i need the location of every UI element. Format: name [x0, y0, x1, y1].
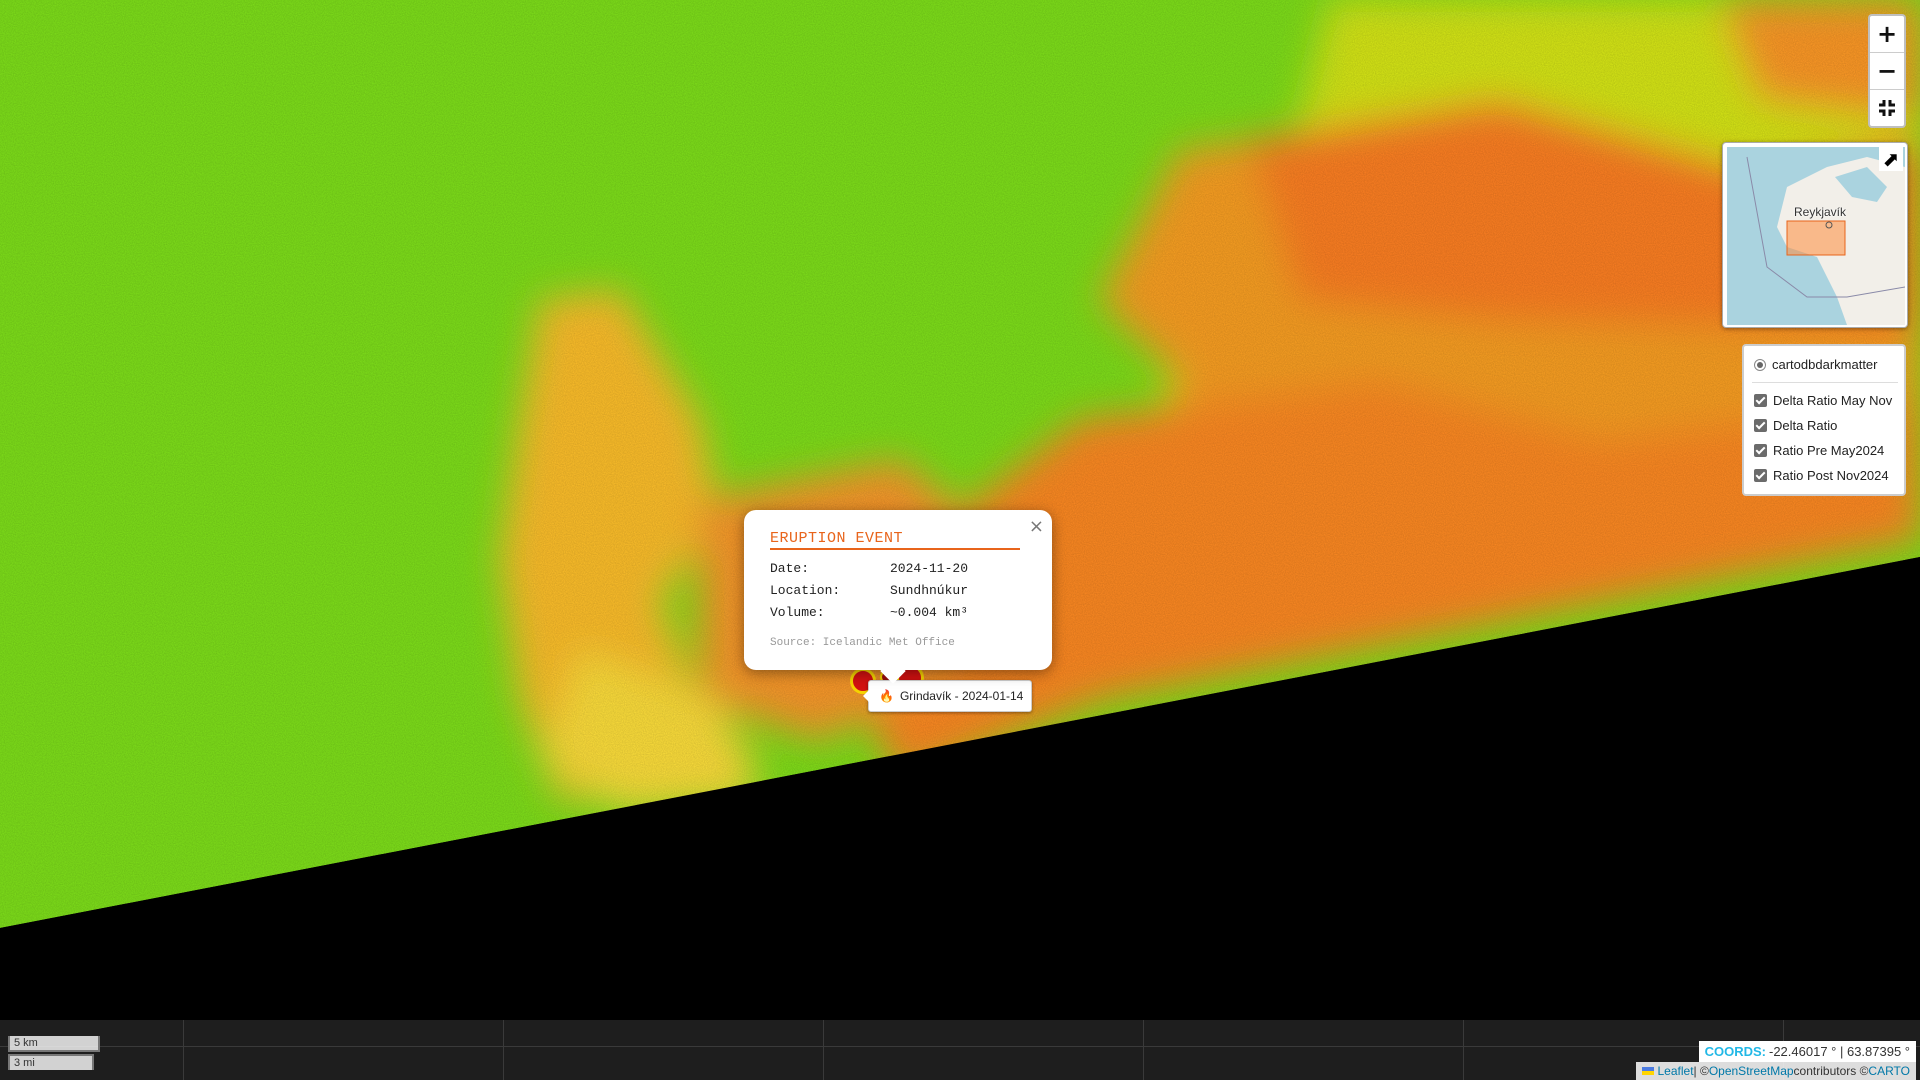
popup-key: Volume:: [770, 605, 825, 620]
ukraine-flag-icon: [1641, 1067, 1654, 1075]
tooltip-text: Grindavík - 2024-01-14: [899, 689, 1024, 703]
checkbox-icon[interactable]: [1754, 469, 1767, 482]
popup-value: 2024-11-20: [890, 561, 969, 576]
overlay-option[interactable]: Delta Ratio May Nov: [1752, 388, 1898, 413]
coords-label: COORDS:: [1704, 1044, 1766, 1059]
popup-key: Location:: [770, 583, 841, 598]
coords-value: -22.46017 ° | 63.87395 °: [1769, 1044, 1910, 1059]
overlay-label: Delta Ratio May Nov: [1773, 393, 1893, 408]
grid-line: [823, 1020, 824, 1080]
minimap-map: [1727, 147, 1905, 325]
attribution-separator: | ©: [1693, 1064, 1709, 1078]
popup-title: ERUPTION EVENT: [770, 530, 1020, 550]
attribution: Leaflet | © OpenStreetMap contributors ©…: [1635, 1062, 1916, 1080]
leaflet-link[interactable]: Leaflet: [1658, 1064, 1694, 1078]
overlay-option[interactable]: Delta Ratio: [1752, 413, 1898, 438]
overlay-label: Delta Ratio: [1773, 418, 1838, 433]
flame-icon: 🔥: [879, 689, 894, 703]
layer-control: cartodbdarkmatter Delta Ratio May Nov De…: [1742, 344, 1906, 496]
osm-link[interactable]: OpenStreetMap: [1709, 1064, 1794, 1078]
coords-display: COORDS: -22.46017 ° | 63.87395 °: [1698, 1041, 1916, 1062]
marker-tooltip: 🔥 Grindavík - 2024-01-14: [863, 680, 1033, 712]
fullscreen-exit-button[interactable]: [1870, 90, 1904, 126]
scale-imperial: 3 mi: [8, 1054, 94, 1070]
carto-link[interactable]: CARTO: [1868, 1064, 1910, 1078]
popup-row-date: Date: 2024-11-20: [770, 561, 1020, 576]
minimap-toggle-icon[interactable]: ⬈: [1879, 147, 1903, 171]
grid-line: [1463, 1020, 1464, 1080]
overlay-label: Ratio Pre May2024: [1773, 443, 1885, 458]
layer-separator: [1752, 382, 1898, 383]
zoom-control: + −: [1868, 14, 1906, 128]
grid-line: [1143, 1020, 1144, 1080]
popup-row-volume: Volume: ~0.004 km³: [770, 605, 1020, 620]
exit-fullscreen-icon: [1879, 100, 1895, 116]
radio-icon[interactable]: [1754, 358, 1766, 371]
close-icon[interactable]: ×: [1029, 516, 1044, 537]
minimap-city-label: Reykjavík: [1794, 205, 1847, 219]
zoom-in-button[interactable]: +: [1870, 16, 1904, 53]
base-layer-option[interactable]: cartodbdarkmatter: [1752, 352, 1898, 377]
eruption-popup: × ERUPTION EVENT Date: 2024-11-20 Locati…: [744, 510, 1052, 684]
tooltip-pointer: [863, 690, 869, 702]
grid-line: [183, 1020, 184, 1080]
zoom-out-button[interactable]: −: [1870, 53, 1904, 90]
attribution-contrib: contributors ©: [1793, 1064, 1869, 1078]
grid-line: [503, 1020, 504, 1080]
overlay-option[interactable]: Ratio Pre May2024: [1752, 438, 1898, 463]
popup-key: Date:: [770, 561, 810, 576]
overlay-option[interactable]: Ratio Post Nov2024: [1752, 463, 1898, 488]
checkbox-icon[interactable]: [1754, 419, 1767, 432]
popup-value: Sundhnúkur: [890, 583, 969, 598]
bottom-bar: [0, 1020, 1920, 1080]
popup-source: Source: Icelandic Met Office: [770, 637, 955, 649]
overlay-label: Ratio Post Nov2024: [1773, 468, 1889, 483]
minimap[interactable]: Reykjavík ⬈: [1722, 142, 1908, 328]
base-layer-label: cartodbdarkmatter: [1772, 357, 1878, 372]
map-viewport[interactable]: 🔥 Grindavík - 2024-01-14 × ERUPTION EVEN…: [0, 0, 1920, 1080]
popup-value: ~0.004 km³: [890, 605, 969, 620]
checkbox-icon[interactable]: [1754, 394, 1767, 407]
grid-line: [0, 1046, 1920, 1047]
popup-row-location: Location: Sundhnúkur: [770, 583, 1020, 598]
scale-metric: 5 km: [8, 1036, 100, 1052]
checkbox-icon[interactable]: [1754, 444, 1767, 457]
